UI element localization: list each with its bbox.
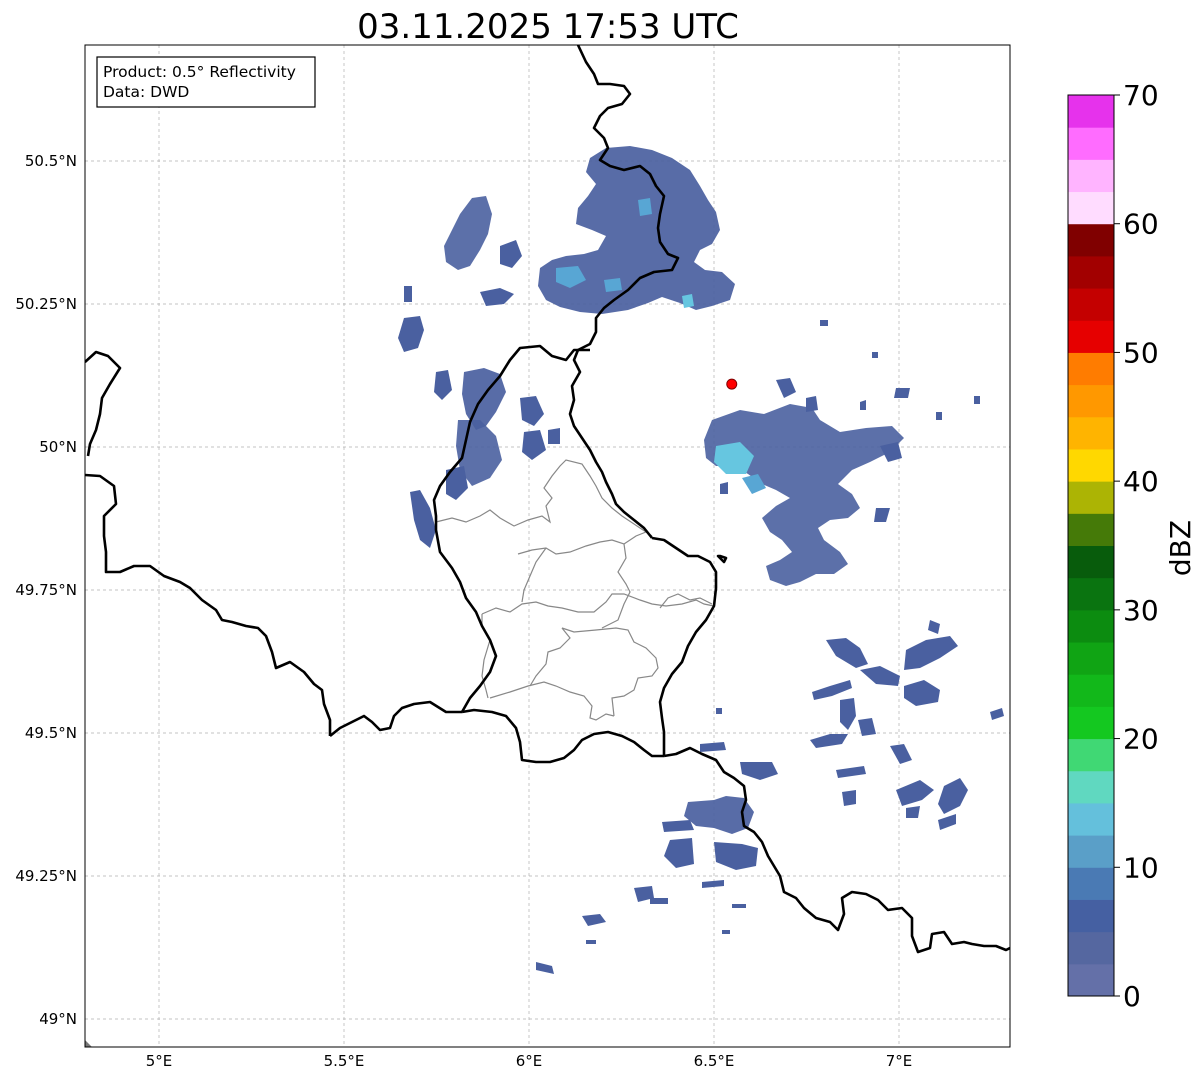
info-product: Product: 0.5° Reflectivity [103,63,296,81]
colorbar-tick-label: 30 [1123,594,1159,627]
radar-site-marker [726,378,738,390]
colorbar-ticks: 0 10 20 30 40 50 60 70 [1114,79,1159,1013]
colorbar-tick-label: 10 [1123,851,1159,884]
colorbar-swatch [1068,706,1114,740]
longitude-labels: 5°E 5.5°E 6°E 6.5°E 7°E [146,1052,913,1070]
colorbar-tick-label: 0 [1123,980,1141,1013]
colorbar-swatch [1068,127,1114,160]
lat-tick-label: 49.75°N [15,581,77,599]
colorbar-title: dBZ [1164,520,1197,576]
colorbar-swatch [1068,448,1114,482]
colorbar-swatch [1068,513,1114,546]
colorbar-swatch [1068,835,1114,868]
colorbar-swatch [1068,320,1114,353]
lon-tick-label: 6°E [516,1052,543,1070]
info-data-source: Data: DWD [103,83,189,101]
lon-tick-label: 6.5°E [694,1052,735,1070]
colorbar-tick-label: 40 [1123,465,1159,498]
colorbar-tick-label: 70 [1123,79,1159,112]
colorbar-swatch [1068,642,1114,675]
colorbar-swatch [1068,931,1114,965]
colorbar-swatch [1068,384,1114,418]
colorbar-swatch [1068,899,1114,933]
colorbar-swatch [1068,577,1114,611]
colorbar-swatch [1068,255,1114,289]
lat-tick-label: 49.5°N [25,724,77,742]
colorbar-swatch [1068,416,1114,450]
colorbar-swatch [1068,159,1114,193]
lat-tick-label: 49.25°N [15,867,77,885]
colorbar-swatch [1068,770,1114,804]
colorbar-swatch [1068,191,1114,225]
colorbar: 0 10 20 30 40 50 60 70 dBZ [1067,79,1197,1013]
info-box: Product: 0.5° Reflectivity Data: DWD [96,56,316,108]
colorbar-swatch [1068,288,1114,321]
colorbar-swatch [1068,674,1114,707]
colorbar-swatch [1068,738,1114,772]
colorbar-swatch [1068,481,1114,514]
colorbar-swatch [1068,352,1114,386]
colorbar-swatch [1068,95,1114,128]
colorbar-swatch [1068,545,1114,579]
colorbar-tick-label: 50 [1123,336,1159,369]
radar-figure: 03.11.2025 17:53 UTC Product: 0.5° Refle… [15,7,1197,1070]
colorbar-swatches [1068,95,1114,997]
lat-tick-label: 50.5°N [25,152,77,170]
lat-tick-label: 50.25°N [15,295,77,313]
colorbar-swatch [1068,867,1114,900]
colorbar-swatch [1068,802,1114,836]
lon-tick-label: 5.5°E [324,1052,365,1070]
latitude-labels: 49°N 49.25°N 49.5°N 49.75°N 50°N 50.25°N 50.5°… [15,152,77,1028]
colorbar-swatch [1068,963,1114,997]
lon-tick-label: 7°E [886,1052,913,1070]
map-title: 03.11.2025 17:53 UTC [357,7,739,47]
lat-tick-label: 50°N [39,438,77,456]
lat-tick-label: 49°N [39,1010,77,1028]
colorbar-tick-label: 60 [1123,208,1159,241]
colorbar-swatch [1068,223,1114,257]
lon-tick-label: 5°E [146,1052,173,1070]
colorbar-swatch [1068,609,1114,643]
map-panel: Product: 0.5° Reflectivity Data: DWD [84,44,1011,1048]
colorbar-tick-label: 20 [1123,723,1159,756]
